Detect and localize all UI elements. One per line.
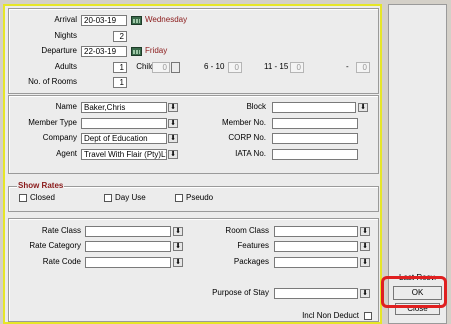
company-field[interactable]: Dept of Education (81, 133, 167, 144)
age-11-15-label: 11 - 15 (264, 62, 289, 71)
stay-group: Arrival 20-03-19 Wednesday Nights 2 Depa… (8, 8, 379, 94)
arrival-date-field[interactable]: 20-03-19 (81, 15, 127, 26)
member-no-label: Member No. (221, 118, 266, 127)
departure-day: Friday (145, 46, 168, 55)
incl-non-deduct-checkbox[interactable] (364, 312, 372, 320)
age-extra-field[interactable]: 0 (356, 62, 370, 73)
packages-dropdown-icon[interactable]: ⬇ (360, 258, 370, 267)
name-dropdown-icon[interactable]: ⬇ (168, 103, 178, 112)
agent-dropdown-icon[interactable]: ⬇ (168, 150, 178, 159)
iata-no-label: IATA No. (235, 149, 266, 158)
features-label: Features (237, 241, 269, 250)
pseudo-checkbox[interactable] (175, 194, 183, 202)
departure-label: Departure (41, 46, 77, 55)
purpose-of-stay-dropdown-icon[interactable]: ⬇ (360, 289, 370, 298)
show-rates-group: Show Rates Closed Day Use Pseudo (8, 181, 379, 212)
packages-field[interactable] (274, 257, 358, 268)
rate-code-label: Rate Code (42, 257, 81, 266)
pseudo-label: Pseudo (186, 193, 214, 202)
age-6-10-field[interactable]: 0 (228, 62, 242, 73)
calendar-icon[interactable] (131, 16, 142, 25)
corp-no-label: CORP No. (228, 133, 266, 142)
day-use-label: Day Use (115, 193, 146, 202)
company-label: Company (42, 133, 77, 142)
age-6-10-label: 6 - 10 (204, 62, 225, 71)
corp-no-field[interactable] (272, 133, 358, 144)
agent-field[interactable]: Travel With Flair (Pty)Ltd (81, 149, 167, 160)
member-type-label: Member Type (28, 118, 77, 127)
packages-label: Packages (233, 257, 269, 266)
reservation-panel: Arrival 20-03-19 Wednesday Nights 2 Depa… (3, 4, 382, 324)
age-extra-label: - (346, 62, 349, 71)
profiles-group: Name Baker,Chris ⬇ Member Type ⬇ Company… (8, 95, 379, 174)
departure-date-field[interactable]: 22-03-19 (81, 46, 127, 57)
member-type-field[interactable] (81, 118, 167, 129)
rates-group: Rate Class ⬇ Rate Category ⬇ Rate Code ⬇… (8, 218, 379, 322)
member-no-field[interactable] (272, 118, 358, 129)
day-use-checkbox[interactable] (104, 194, 112, 202)
children-field[interactable]: 0 (152, 62, 170, 73)
iata-no-field[interactable] (272, 149, 358, 160)
rate-category-dropdown-icon[interactable]: ⬇ (173, 242, 183, 251)
arrival-day: Wednesday (145, 15, 188, 24)
block-label: Block (246, 102, 266, 111)
features-dropdown-icon[interactable]: ⬇ (360, 242, 370, 251)
adults-label: Adults (54, 62, 77, 71)
room-class-field[interactable] (274, 226, 358, 237)
children-ages-button[interactable] (171, 62, 180, 73)
show-rates-title: Show Rates (17, 181, 65, 191)
ok-highlight (381, 276, 447, 308)
room-class-label: Room Class (225, 226, 269, 235)
room-class-dropdown-icon[interactable]: ⬇ (360, 227, 370, 236)
rate-code-field[interactable] (85, 257, 171, 268)
nights-field[interactable]: 2 (113, 31, 127, 42)
purpose-of-stay-field[interactable] (274, 288, 358, 299)
rate-category-label: Rate Category (29, 241, 81, 250)
name-field[interactable]: Baker,Chris (81, 102, 167, 113)
purpose-of-stay-label: Purpose of Stay (212, 288, 269, 297)
member-type-dropdown-icon[interactable]: ⬇ (168, 119, 178, 128)
agent-label: Agent (56, 149, 77, 158)
block-dropdown-icon[interactable]: ⬇ (358, 103, 368, 112)
calendar-icon[interactable] (131, 47, 142, 56)
rate-category-field[interactable] (85, 241, 171, 252)
rate-code-dropdown-icon[interactable]: ⬇ (173, 258, 183, 267)
block-field[interactable] (272, 102, 356, 113)
rooms-label: No. of Rooms (28, 77, 77, 86)
age-11-15-field[interactable]: 0 (290, 62, 304, 73)
incl-non-deduct-label: Incl Non Deduct (302, 311, 359, 320)
name-label: Name (55, 102, 77, 111)
nights-label: Nights (54, 31, 77, 40)
rooms-field[interactable]: 1 (113, 77, 127, 88)
features-field[interactable] (274, 241, 358, 252)
closed-label: Closed (30, 193, 55, 202)
rate-class-label: Rate Class (41, 226, 81, 235)
closed-checkbox[interactable] (19, 194, 27, 202)
arrival-label: Arrival (54, 15, 77, 24)
rate-class-field[interactable] (85, 226, 171, 237)
rate-class-dropdown-icon[interactable]: ⬇ (173, 227, 183, 236)
company-dropdown-icon[interactable]: ⬇ (168, 134, 178, 143)
